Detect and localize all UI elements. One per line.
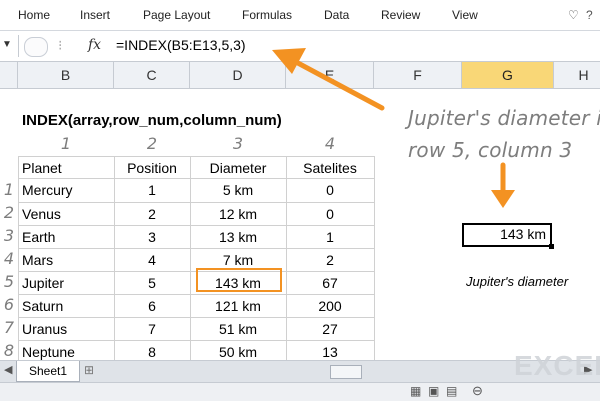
new-sheet-icon[interactable]: ⊞ xyxy=(84,363,94,377)
normal-view-icon[interactable]: ▦ xyxy=(410,384,421,398)
status-bar: ▦ ▣ ▤ ⊖ xyxy=(0,382,600,401)
sheet-tab-sheet1[interactable]: Sheet1 xyxy=(16,361,80,382)
page-layout-view-icon[interactable]: ▣ xyxy=(428,384,439,398)
scroll-first-sheet-icon[interactable]: ◀ xyxy=(4,363,12,376)
page-break-view-icon[interactable]: ▤ xyxy=(446,384,457,398)
annotation-arrows xyxy=(272,48,515,208)
zoom-out-icon[interactable]: ⊖ xyxy=(472,383,483,399)
result-caption: Jupiter's diameter xyxy=(466,274,569,289)
down-arrow xyxy=(491,162,515,208)
excel-watermark: EXCEL xyxy=(514,350,600,381)
result-value: 143 km xyxy=(500,226,546,242)
result-cell[interactable]: 143 km xyxy=(462,223,554,249)
fill-handle[interactable] xyxy=(549,244,554,249)
formula-arrow xyxy=(272,48,385,111)
horizontal-scrollbar-thumb[interactable] xyxy=(330,365,362,379)
sheet-tab-bar: ◀ Sheet1 ⊞ ▶ xyxy=(0,360,600,383)
